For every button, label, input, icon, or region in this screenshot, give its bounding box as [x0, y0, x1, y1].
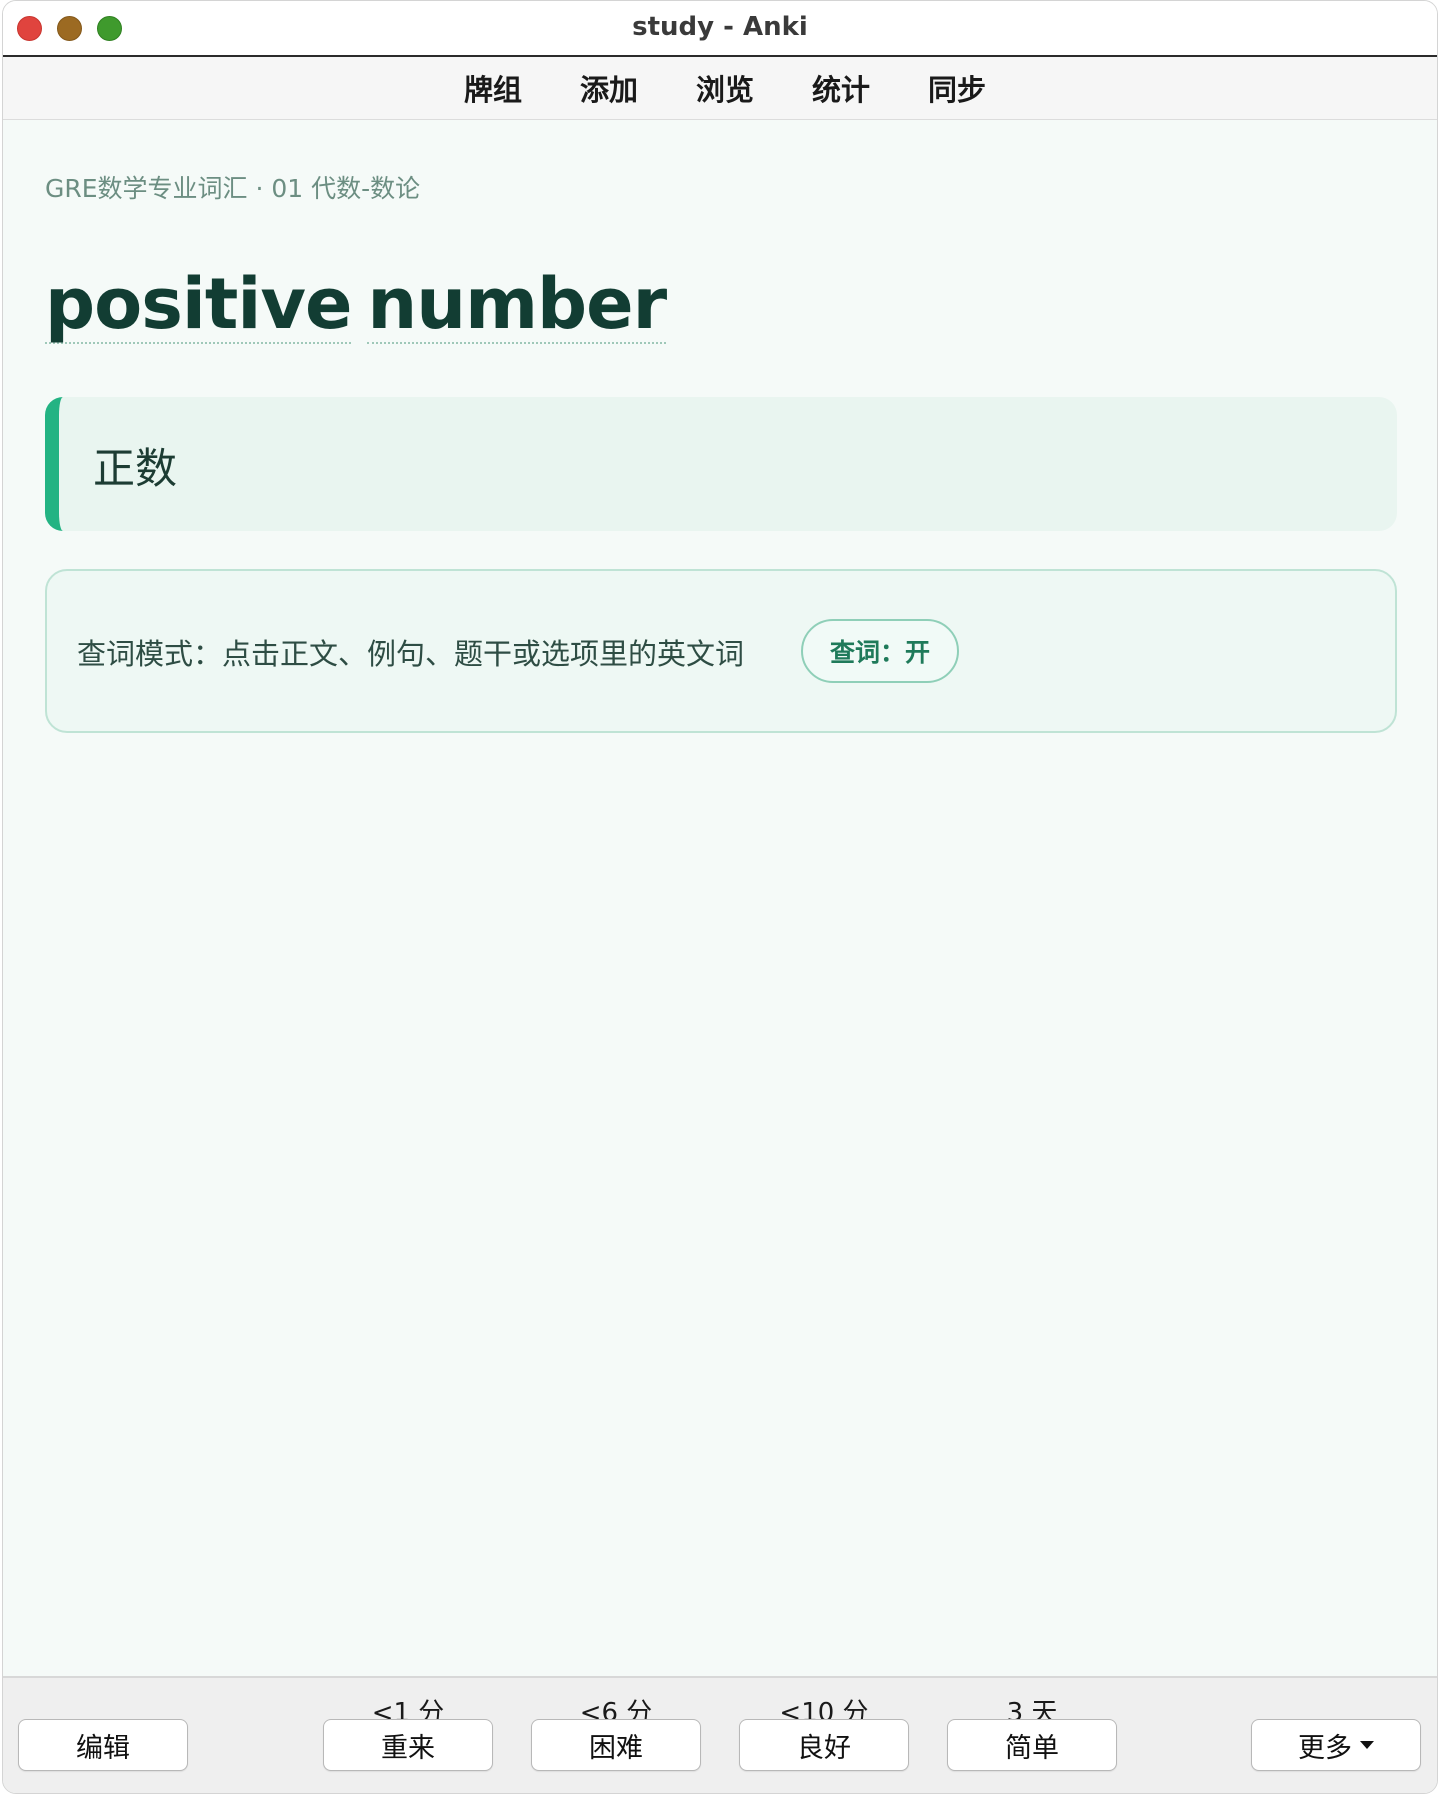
again-button[interactable]: 重来: [323, 1719, 493, 1771]
headword-word[interactable]: positive: [45, 266, 352, 344]
more-label: 更多: [1298, 1732, 1352, 1764]
toolbar-browse[interactable]: 浏览: [667, 67, 783, 109]
lookup-toggle-button[interactable]: 查词：开: [801, 619, 959, 683]
lookup-mode-panel: 查词模式：点击正文、例句、题干或选项里的英文词 查词：开: [45, 569, 1397, 733]
headword-word[interactable]: number: [367, 266, 667, 344]
anki-window: study - Anki 牌组 添加 浏览 统计 同步 GRE数学专业词汇 · …: [2, 0, 1438, 1794]
hard-button[interactable]: 困难: [531, 1719, 701, 1771]
headword: positive number: [45, 263, 667, 345]
answer-bar: 编辑 <1 分 重来 <6 分 困难 <10 分 良好 3 天 简单 更多: [3, 1676, 1437, 1793]
window-title: study - Anki: [632, 12, 808, 42]
edit-button[interactable]: 编辑: [18, 1719, 188, 1771]
main-toolbar: 牌组 添加 浏览 统计 同步: [3, 57, 1437, 120]
card-content: GRE数学专业词汇 · 01 代数-数论 positive number 正数 查…: [3, 121, 1437, 1676]
title-bar: study - Anki: [3, 1, 1437, 57]
chevron-down-icon: [1360, 1741, 1374, 1749]
more-button[interactable]: 更多: [1251, 1719, 1421, 1771]
toolbar-add[interactable]: 添加: [551, 67, 667, 109]
toolbar-stats[interactable]: 统计: [783, 67, 899, 109]
toolbar-sync[interactable]: 同步: [899, 67, 1015, 109]
good-button[interactable]: 良好: [739, 1719, 909, 1771]
easy-button[interactable]: 简单: [947, 1719, 1117, 1771]
lookup-hint: 查词模式：点击正文、例句、题干或选项里的英文词: [77, 637, 745, 671]
toolbar-decks[interactable]: 牌组: [435, 67, 551, 109]
deck-breadcrumb: GRE数学专业词汇 · 01 代数-数论: [45, 174, 421, 203]
meaning-card: 正数: [45, 397, 1397, 531]
meaning-text: 正数: [93, 444, 178, 493]
